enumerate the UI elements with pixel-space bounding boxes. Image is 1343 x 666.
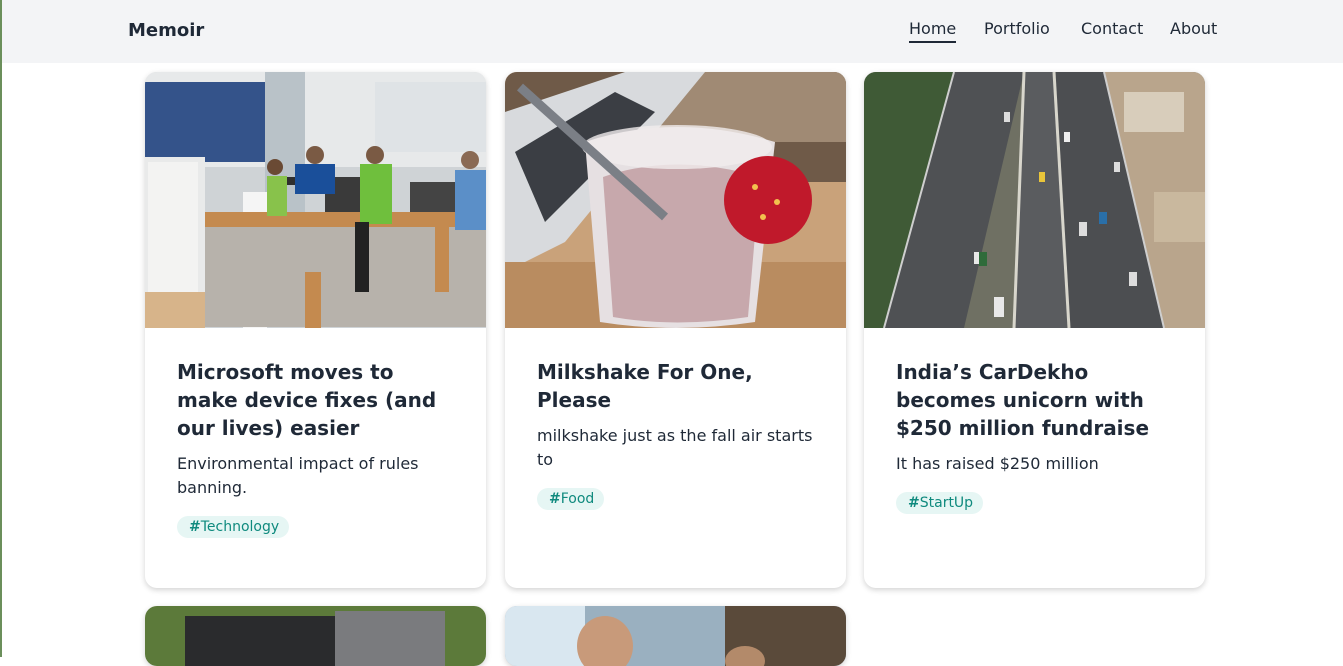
nav-about-link[interactable]: About bbox=[1170, 19, 1217, 38]
post-image-highway[interactable] bbox=[864, 72, 1205, 328]
post-title[interactable]: India’s CarDekho becomes unicorn with $2… bbox=[896, 358, 1173, 442]
post-description: It has raised $250 million bbox=[896, 454, 1099, 473]
nav-home-link[interactable]: Home bbox=[909, 19, 957, 43]
post-title[interactable]: Milkshake For One, Please bbox=[537, 358, 814, 414]
nav-contact-link[interactable]: Contact bbox=[1081, 19, 1143, 38]
post-card[interactable]: India’s CarDekho becomes unicorn with $2… bbox=[864, 72, 1205, 588]
hash-icon: # bbox=[189, 519, 201, 535]
post-card[interactable] bbox=[505, 606, 846, 666]
top-navbar: Memoir Home Portfolio Contact About bbox=[2, 0, 1343, 63]
post-title[interactable]: Microsoft moves to make device fixes (an… bbox=[177, 358, 454, 442]
post-image-microsoft-store[interactable] bbox=[145, 72, 486, 328]
hash-icon: # bbox=[549, 491, 561, 507]
post-card[interactable]: Milkshake For One, Please milkshake just… bbox=[505, 72, 846, 588]
post-image-laptop[interactable] bbox=[145, 606, 486, 666]
tag-badge[interactable]: #StartUp bbox=[896, 492, 984, 514]
tag-label: Technology bbox=[200, 519, 280, 535]
tag-label: Food bbox=[560, 491, 595, 507]
tag-badge[interactable]: #Technology bbox=[177, 516, 290, 538]
hash-icon: # bbox=[908, 495, 920, 511]
tag-label: StartUp bbox=[919, 495, 974, 511]
tag-badge[interactable]: #Food bbox=[537, 488, 605, 510]
nav-links: Home Portfolio Contact About bbox=[2, 19, 1343, 49]
nav-portfolio-link[interactable]: Portfolio bbox=[984, 19, 1050, 38]
post-description: milkshake just as the fall air starts to bbox=[537, 426, 813, 469]
post-image-milkshake[interactable] bbox=[505, 72, 846, 328]
post-card[interactable]: Microsoft moves to make device fixes (an… bbox=[145, 72, 486, 588]
post-card[interactable] bbox=[145, 606, 486, 666]
post-description: Environmental impact of rules banning. bbox=[177, 454, 419, 497]
post-image-people[interactable] bbox=[505, 606, 846, 666]
